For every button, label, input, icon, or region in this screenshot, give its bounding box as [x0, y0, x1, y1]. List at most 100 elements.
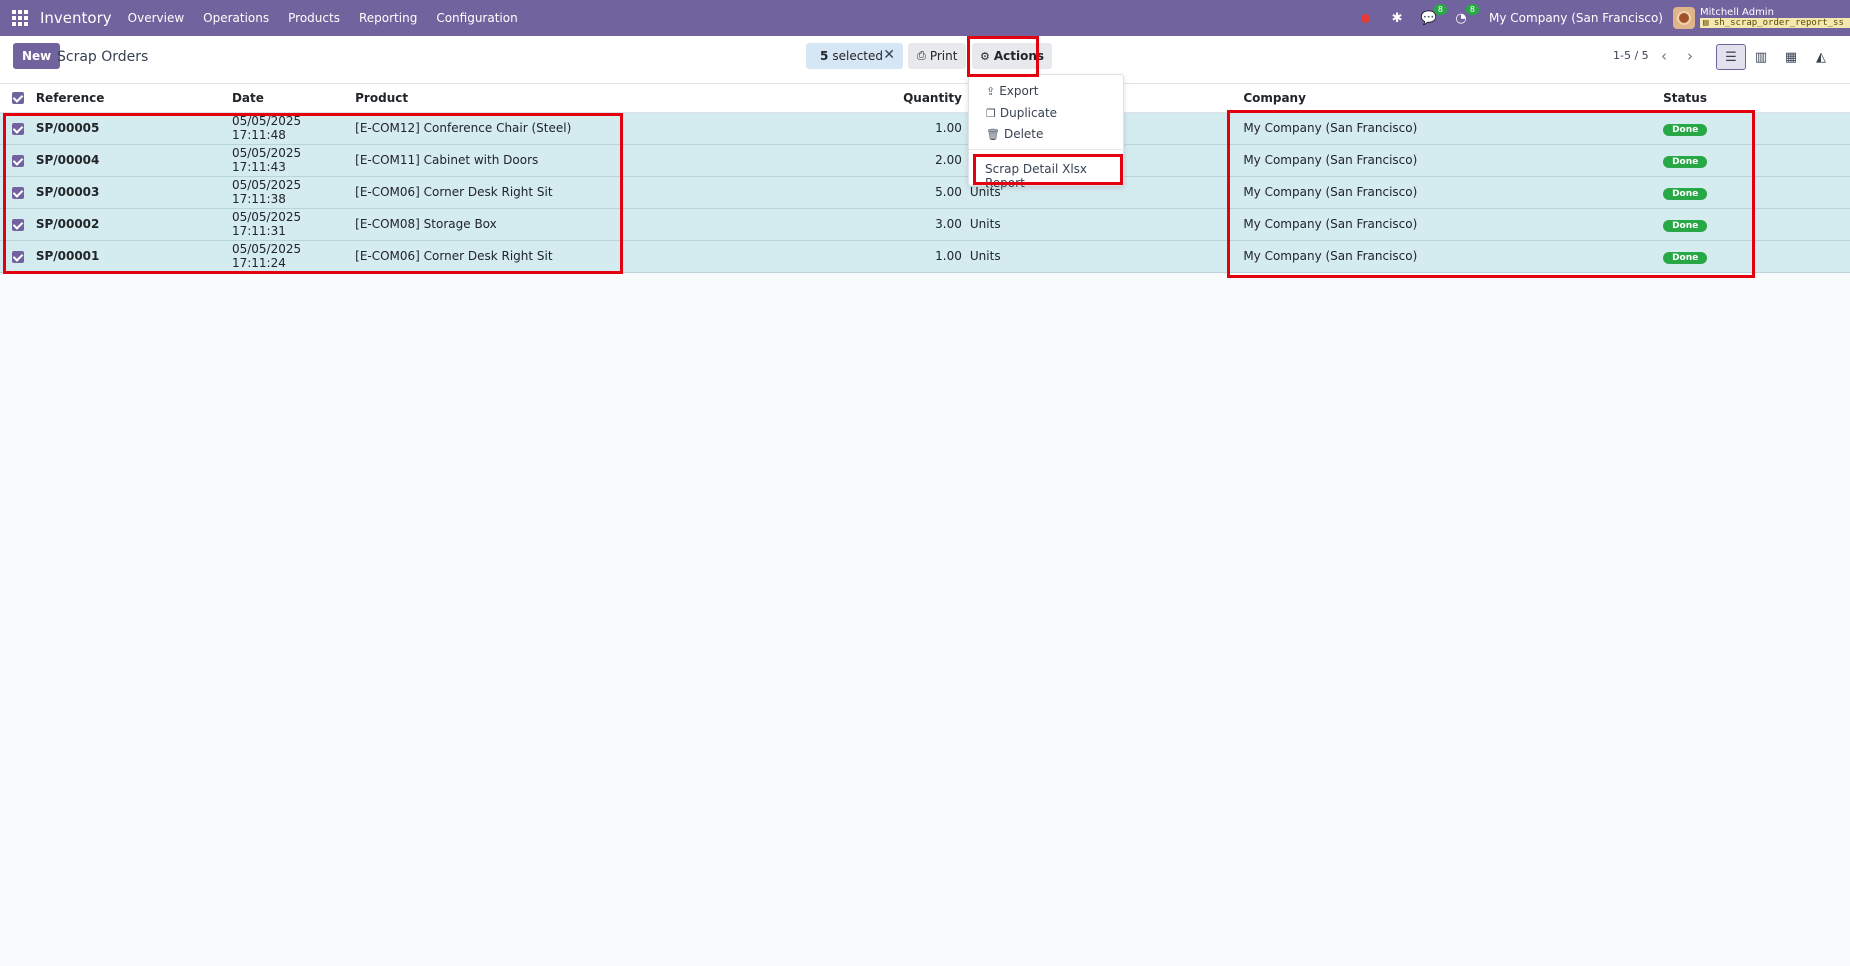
scrap-orders-table: Reference Date Product Quantity U Compan…: [0, 84, 1850, 273]
row-checkbox[interactable]: [0, 176, 36, 209]
cell-status: Done: [1663, 112, 1850, 145]
menu-item-export[interactable]: ⇪ Export: [986, 84, 1039, 98]
table-row[interactable]: SP/00002 05/05/2025 17:11:31 [E-COM08] S…: [0, 208, 1850, 241]
messages-icon[interactable]: 💬 8: [1419, 4, 1448, 28]
table-row[interactable]: SP/00004 05/05/2025 17:11:43 [E-COM11] C…: [0, 144, 1850, 177]
navbar-systray: ✱ 💬 8 ◔ 8 My Company (San Francisco) Mitch…: [1355, 0, 1850, 36]
print-button[interactable]: ⎙ Print: [908, 43, 967, 69]
trash-icon: 🗑: [986, 127, 1000, 141]
table-row[interactable]: SP/00001 05/05/2025 17:11:24 [E-COM06] C…: [0, 240, 1850, 273]
row-checkbox[interactable]: [0, 144, 36, 177]
selected-text: selected: [832, 49, 884, 63]
cell-company: My Company (San Francisco): [1243, 176, 1664, 209]
column-status[interactable]: Status: [1663, 84, 1850, 113]
user-name: Mitchell Admin: [1700, 6, 1774, 18]
activities-icon[interactable]: ◔ 8: [1451, 4, 1480, 28]
avatar[interactable]: [1673, 7, 1695, 29]
menu-operations[interactable]: Operations: [203, 11, 269, 25]
cell-reference: SP/00003: [35, 176, 232, 209]
row-checkbox[interactable]: [0, 208, 36, 241]
table-row[interactable]: SP/00005 05/05/2025 17:11:48 [E-COM12] C…: [0, 112, 1850, 145]
cell-quantity: 5.00: [903, 176, 970, 209]
company-switcher[interactable]: My Company (San Francisco): [1489, 11, 1663, 25]
cell-product: [E-COM11] Cabinet with Doors: [355, 144, 904, 177]
cell-company: My Company (San Francisco): [1243, 112, 1664, 145]
cell-reference: SP/00002: [35, 208, 232, 241]
cell-quantity: 1.00: [903, 240, 970, 273]
cell-date: 05/05/2025 17:11:24: [231, 240, 356, 273]
top-navbar: Inventory Overview Operations Products R…: [0, 0, 1850, 36]
user-menu[interactable]: Mitchell Admin ▤ sh_scrap_order_report_s…: [1700, 6, 1850, 29]
cell-reference: SP/00004: [35, 144, 232, 177]
column-reference[interactable]: Reference: [35, 84, 232, 113]
cell-product: [E-COM08] Storage Box: [355, 208, 904, 241]
menu-item-duplicate[interactable]: ❐ Duplicate: [986, 106, 1057, 120]
cell-status: Done: [1663, 144, 1850, 177]
chevron-right-icon[interactable]: ›: [1678, 45, 1702, 67]
column-quantity[interactable]: Quantity: [903, 84, 970, 113]
row-checkbox[interactable]: [0, 112, 36, 145]
status-badge: Done: [1663, 219, 1708, 232]
gear-icon: ⚙: [980, 49, 990, 63]
graph-view-icon[interactable]: ◭: [1806, 44, 1836, 70]
database-name: ▤ sh_scrap_order_report_ss: [1700, 17, 1850, 28]
actions-button[interactable]: ⚙ Actions: [972, 43, 1053, 69]
status-badge: Done: [1663, 187, 1708, 200]
cell-reference: SP/00001: [35, 240, 232, 273]
kanban-view-icon[interactable]: ▥: [1746, 44, 1776, 70]
cell-product: [E-COM06] Corner Desk Right Sit: [355, 240, 904, 273]
cell-product: [E-COM06] Corner Desk Right Sit: [355, 176, 904, 209]
messages-badge: 8: [1433, 4, 1448, 15]
pivot-view-icon[interactable]: ▦: [1776, 44, 1806, 70]
table-row[interactable]: SP/00003 05/05/2025 17:11:38 [E-COM06] C…: [0, 176, 1850, 209]
export-icon: ⇪: [986, 84, 996, 98]
row-checkbox[interactable]: [0, 240, 36, 273]
activities-badge: 8: [1465, 4, 1480, 15]
page-title: Scrap Orders: [57, 49, 149, 65]
list-view-icon[interactable]: ☰: [1716, 44, 1746, 70]
cell-company: My Company (San Francisco): [1243, 144, 1664, 177]
close-icon[interactable]: ✕: [883, 47, 895, 63]
control-panel: New Scrap Orders 5 selected ✕ ⎙ Print ⚙ …: [0, 36, 1850, 84]
menu-products[interactable]: Products: [288, 11, 340, 25]
app-name[interactable]: Inventory: [40, 9, 112, 27]
pager-value[interactable]: 1-5 / 5: [1613, 49, 1649, 62]
status-dot-icon[interactable]: [1355, 8, 1375, 28]
cell-date: 05/05/2025 17:11:31: [231, 208, 356, 241]
cell-status: Done: [1663, 240, 1850, 273]
cell-quantity: 3.00: [903, 208, 970, 241]
cell-product: [E-COM12] Conference Chair (Steel): [355, 112, 904, 145]
column-date[interactable]: Date: [231, 84, 356, 113]
status-badge: Done: [1663, 123, 1708, 136]
cell-status: Done: [1663, 208, 1850, 241]
cell-quantity: 2.00: [903, 144, 970, 177]
menu-divider: [969, 149, 1125, 150]
cell-reference: SP/00005: [35, 112, 232, 145]
bug-icon[interactable]: ✱: [1387, 8, 1407, 28]
chevron-left-icon[interactable]: ‹: [1652, 45, 1676, 67]
menu-item-delete[interactable]: 🗑 Delete: [986, 127, 1043, 141]
select-all-checkbox[interactable]: [0, 84, 36, 113]
cell-status: Done: [1663, 176, 1850, 209]
status-badge: Done: [1663, 155, 1708, 168]
cell-company: My Company (San Francisco): [1243, 240, 1664, 273]
column-product[interactable]: Product: [355, 84, 904, 113]
status-badge: Done: [1663, 251, 1708, 264]
printer-icon: ⎙: [917, 49, 926, 62]
column-company[interactable]: Company: [1243, 84, 1664, 113]
cell-uom: Units: [969, 208, 1244, 241]
menu-configuration[interactable]: Configuration: [436, 11, 517, 25]
selection-chip: 5 selected ✕: [806, 43, 903, 69]
actions-dropdown-menu: ⇪ Export ❐ Duplicate 🗑 Delete Scrap Deta…: [968, 74, 1125, 190]
cell-date: 05/05/2025 17:11:43: [231, 144, 356, 177]
cell-date: 05/05/2025 17:11:38: [231, 176, 356, 209]
new-button[interactable]: New: [13, 43, 61, 69]
selected-count: 5: [820, 49, 829, 63]
cell-company: My Company (San Francisco): [1243, 208, 1664, 241]
table-header-row: Reference Date Product Quantity U Compan…: [0, 84, 1850, 113]
menu-item-scrap-detail-xlsx-report[interactable]: Scrap Detail Xlsx Report: [985, 162, 1123, 190]
copy-icon: ❐: [986, 106, 996, 120]
apps-menu-icon[interactable]: [0, 0, 40, 36]
menu-reporting[interactable]: Reporting: [359, 11, 417, 25]
menu-overview[interactable]: Overview: [128, 11, 185, 25]
